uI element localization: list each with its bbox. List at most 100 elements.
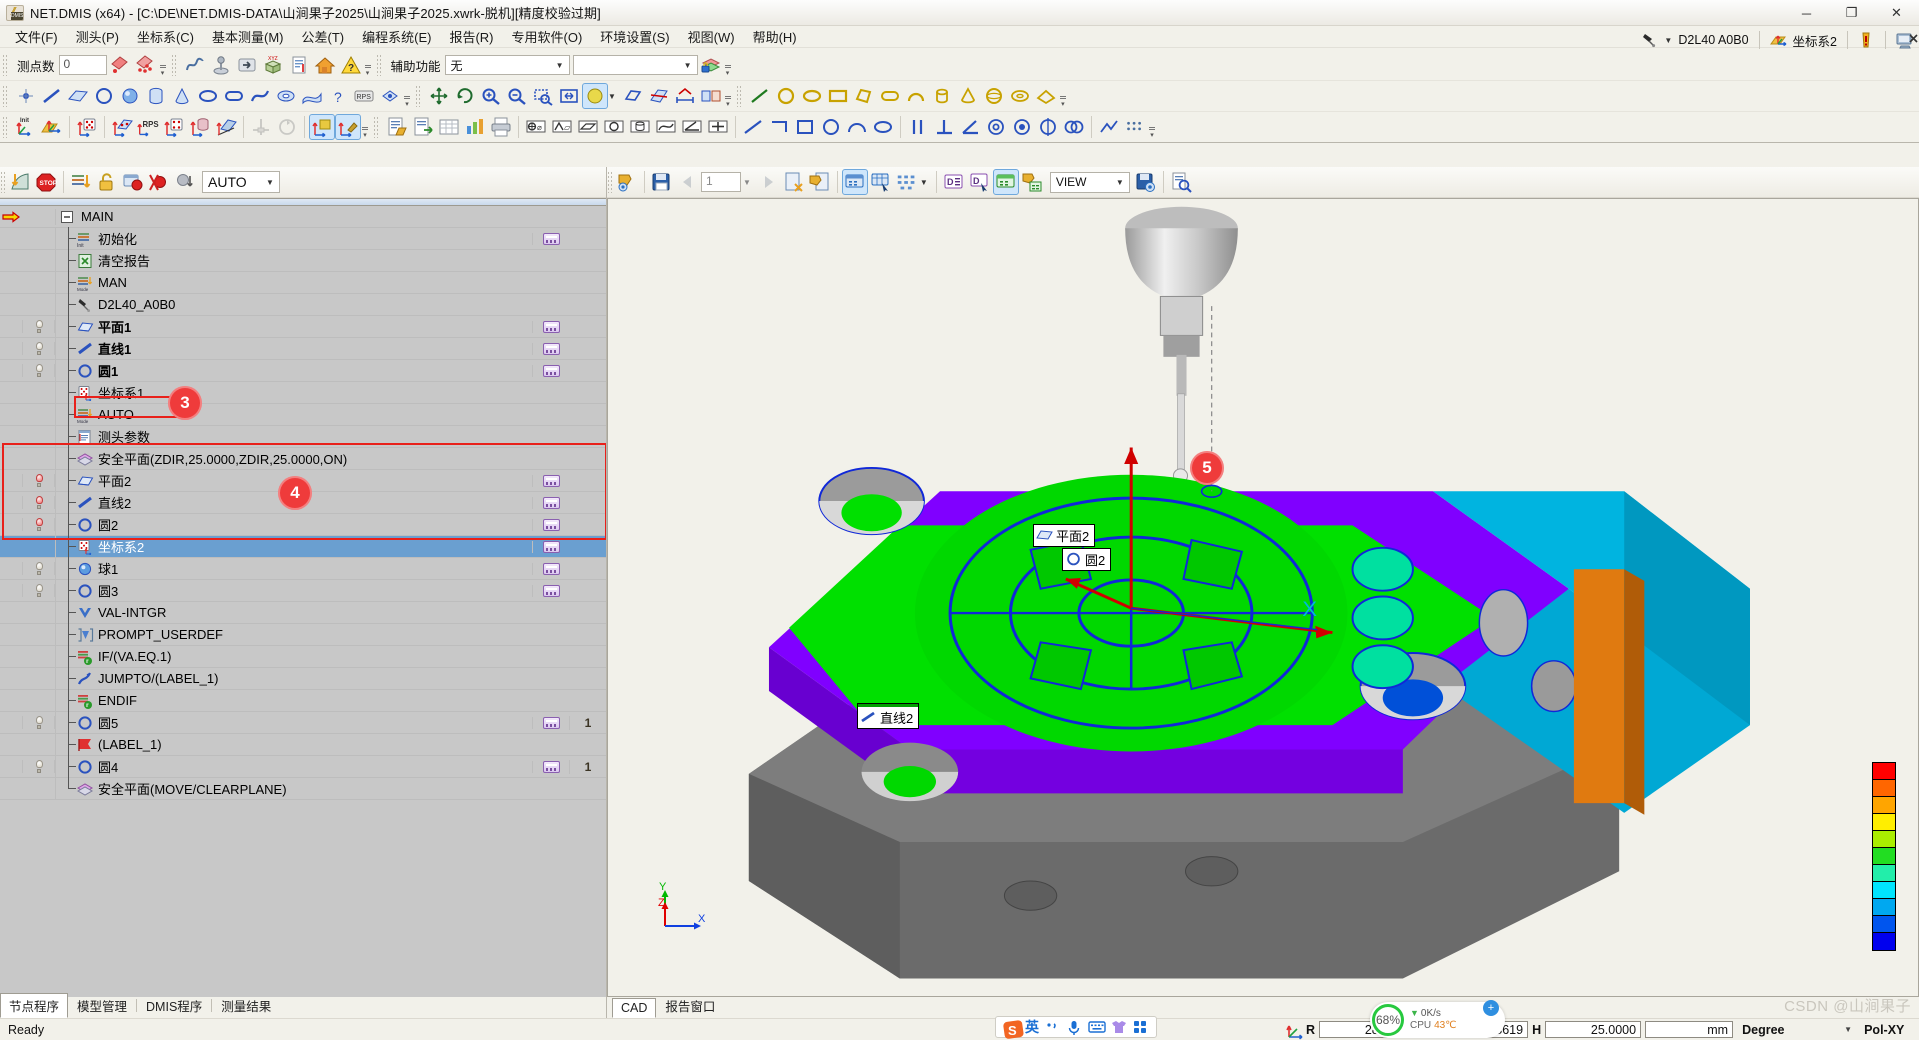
shape-circle-icon[interactable] (773, 83, 799, 109)
csys-cylinder-icon[interactable] (187, 114, 213, 140)
tree-row[interactable]: 圆3 (0, 578, 606, 602)
tree-item[interactable]: 圆1 (55, 358, 532, 382)
shape-polygon-icon[interactable] (851, 83, 877, 109)
tree-item[interactable]: JUMPTO/(LABEL_1) (55, 666, 532, 690)
wireframe-view-icon[interactable] (620, 83, 646, 109)
tree-bulb-cell[interactable] (22, 474, 55, 487)
tree-item[interactable]: 清空报告 (55, 248, 532, 272)
tree-row[interactable]: 球1 (0, 556, 606, 580)
cad-config-icon[interactable] (1019, 169, 1045, 195)
tree-row[interactable]: 清空报告 (0, 248, 606, 272)
execution-mode-select[interactable]: AUTO ▼ (202, 171, 280, 193)
shape-arc-icon[interactable] (903, 83, 929, 109)
csys-plane-pts-icon[interactable] (109, 114, 135, 140)
scatter-dropdown-arrow-icon[interactable]: ▼ (920, 178, 928, 187)
tolerance-flat-icon[interactable] (575, 114, 601, 140)
tree-row[interactable]: 圆5 1 (0, 710, 606, 734)
tree-row[interactable]: Mode MAN (0, 270, 606, 294)
tree-row[interactable]: PROMPT_USERDEF (0, 622, 606, 646)
tree-item[interactable]: 圆5 (55, 710, 532, 734)
goto-icon[interactable] (234, 52, 260, 78)
tree-item[interactable]: 圆3 (55, 578, 532, 602)
home-icon[interactable] (312, 52, 338, 78)
parallel-icon[interactable] (905, 114, 931, 140)
punctuation-icon[interactable] (1044, 1019, 1061, 1035)
tree-row[interactable]: D2L40_A0B0 (0, 292, 606, 316)
csys-open-icon[interactable] (39, 114, 65, 140)
tree-item[interactable]: Init 初始化 (55, 226, 532, 250)
dots-grid-icon[interactable] (1122, 114, 1148, 140)
construct-circle-icon[interactable] (818, 114, 844, 140)
shaded-dropdown-arrow-icon[interactable]: ▼ (608, 92, 616, 101)
tree-bulb-cell[interactable] (22, 584, 55, 597)
section-view-icon[interactable] (646, 83, 672, 109)
toolbar-grip-8[interactable] (373, 116, 378, 138)
construct-line-icon[interactable] (740, 114, 766, 140)
bulb-off-icon[interactable] (35, 364, 43, 377)
symmetry-icon[interactable] (1035, 114, 1061, 140)
runout-icon[interactable] (1009, 114, 1035, 140)
bulb-off-icon[interactable] (35, 760, 43, 773)
apps-icon[interactable] (1132, 1019, 1149, 1035)
bestfit-icon[interactable] (1096, 114, 1122, 140)
shape-torus-icon[interactable] (1007, 83, 1033, 109)
menu-item-probe[interactable]: 测头(P) (67, 25, 128, 48)
tab-node-program[interactable]: 节点程序 (0, 993, 69, 1018)
tree-bulb-cell[interactable] (22, 760, 55, 773)
aux-function-select-2[interactable]: ▼ (572, 55, 698, 75)
tree-row[interactable]: JUMPTO/(LABEL_1) (0, 666, 606, 690)
mic-icon[interactable] (1066, 1019, 1083, 1035)
csys-box-active-icon[interactable] (309, 114, 335, 140)
shape-sphere-icon[interactable] (981, 83, 1007, 109)
cad-new-icon[interactable] (781, 169, 807, 195)
tree-bulb-cell[interactable] (22, 320, 55, 333)
shape-rect-icon[interactable] (825, 83, 851, 109)
toolbar-grip[interactable] (2, 54, 7, 76)
erase-point-icon[interactable] (107, 52, 133, 78)
erase-all-points-icon[interactable] (133, 52, 159, 78)
cad-view-select[interactable]: VIEW ▼ (1049, 171, 1130, 193)
rotate-icon[interactable] (452, 83, 478, 109)
step-down-icon[interactable] (68, 169, 94, 195)
pan-icon[interactable] (426, 83, 452, 109)
tree-row[interactable]: 安全平面(ZDIR,25.0000,ZDIR,25.0000,ON) (0, 446, 606, 470)
toolbar-grip-3[interactable] (375, 54, 381, 76)
perpendicular-icon[interactable] (931, 114, 957, 140)
stop-program-icon[interactable]: STOP (33, 169, 59, 195)
tree-item[interactable]: 圆4 (55, 754, 532, 778)
tree-row[interactable]: 圆2 (0, 512, 606, 536)
keyboard-icon[interactable] (1088, 1019, 1106, 1035)
csys-rotate-icon[interactable] (274, 114, 300, 140)
cad-prev-page-icon[interactable] (675, 169, 701, 195)
tolerance-pos-icon[interactable]: ⌀ (523, 114, 549, 140)
alarm-icon[interactable] (1858, 32, 1875, 48)
tree-item[interactable]: D2L40_A0B0 (55, 292, 532, 316)
tree-item[interactable]: 直线1 (55, 336, 532, 360)
shape-slot-icon[interactable] (877, 83, 903, 109)
menu-item-coordinate-system[interactable]: 坐标系(C) (128, 25, 203, 48)
tree-row[interactable]: Init 初始化 (0, 226, 606, 250)
tree-item[interactable]: if IF/(VA.EQ.1) (55, 644, 532, 668)
cad-compare-icon[interactable] (698, 83, 724, 109)
bulb-off-icon[interactable] (35, 584, 43, 597)
program-tree[interactable]: MAIN Init 初始化 清空报告 Mode MAN D2L40_A0B0 平面1 直线1 圆1… (0, 198, 606, 997)
tree-item[interactable]: 坐标系1 (55, 380, 532, 404)
line-feature-icon[interactable] (39, 83, 65, 109)
bulb-on-icon[interactable] (35, 474, 43, 487)
offline-monitor-icon[interactable] (1896, 32, 1918, 49)
slot-feature-icon[interactable] (221, 83, 247, 109)
tab-model-management[interactable]: 模型管理 (68, 993, 136, 1018)
bulb-off-icon[interactable] (35, 320, 43, 333)
report-print-icon[interactable] (488, 114, 514, 140)
zoom-window-icon[interactable] (530, 83, 556, 109)
shaded-view-icon[interactable] (582, 83, 608, 109)
add-widget-button[interactable]: + (1483, 1000, 1499, 1016)
toolbar-expander-5[interactable]: ▾ (724, 84, 732, 108)
xyz-box-icon[interactable]: XYZ (260, 52, 286, 78)
tolerance-cyl-icon[interactable] (627, 114, 653, 140)
menu-item-environment[interactable]: 环境设置(S) (591, 25, 678, 48)
report-export-icon[interactable] (410, 114, 436, 140)
tree-bulb-cell[interactable] (22, 496, 55, 509)
bulb-on-icon[interactable] (35, 496, 43, 509)
probe-down-icon[interactable] (172, 169, 198, 195)
